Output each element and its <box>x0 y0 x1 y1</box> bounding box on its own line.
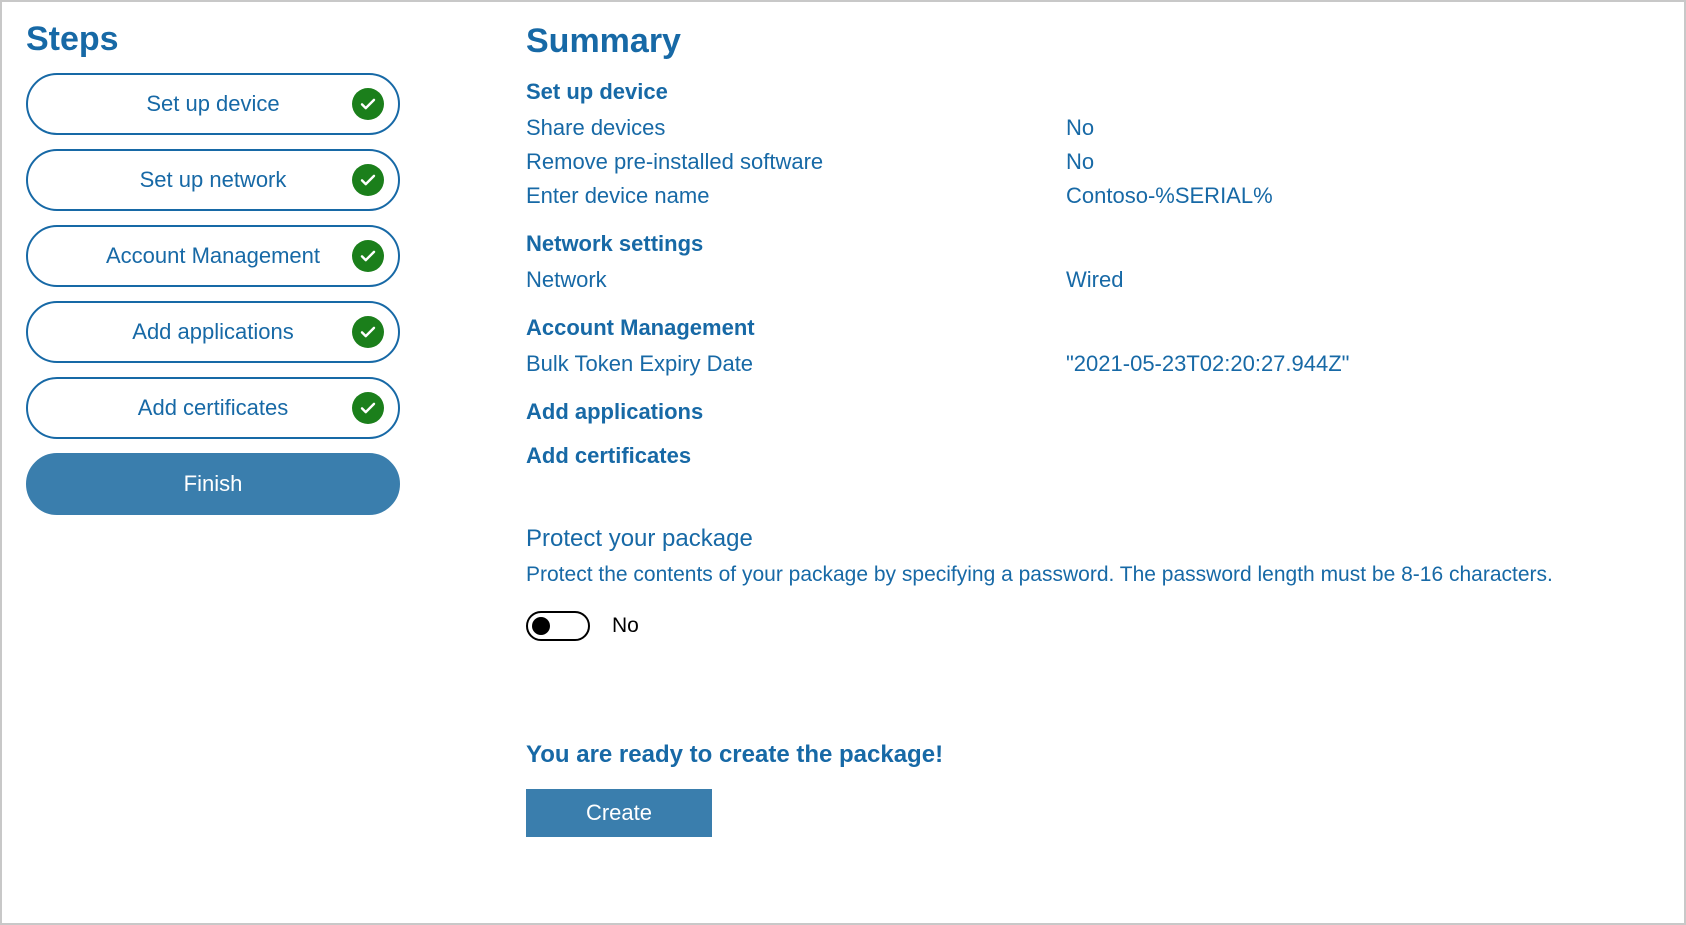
section-heading-network-settings: Network settings <box>526 231 1660 257</box>
protect-toggle[interactable] <box>526 611 590 641</box>
step-label: Set up device <box>146 91 279 117</box>
step-label: Set up network <box>140 167 287 193</box>
step-label: Add applications <box>132 319 293 345</box>
protect-toggle-label: No <box>612 614 639 638</box>
summary-value: "2021-05-23T02:20:27.944Z" <box>1066 347 1660 381</box>
summary-key: Remove pre-installed software <box>526 145 1066 179</box>
protect-package-section: Protect your package Protect the content… <box>526 525 1660 641</box>
step-label: Finish <box>184 471 243 497</box>
step-add-applications[interactable]: Add applications <box>26 301 400 363</box>
summary-key: Enter device name <box>526 179 1066 213</box>
checkmark-icon <box>352 164 384 196</box>
section-heading-set-up-device: Set up device <box>526 79 1660 105</box>
steps-panel: Steps Set up device Set up network Accou… <box>26 20 436 899</box>
steps-title: Steps <box>26 20 436 59</box>
provisioning-wizard-window: Steps Set up device Set up network Accou… <box>0 0 1686 925</box>
checkmark-icon <box>352 240 384 272</box>
checkmark-icon <box>352 88 384 120</box>
checkmark-icon <box>352 316 384 348</box>
create-button[interactable]: Create <box>526 789 712 837</box>
summary-row: Remove pre-installed software No <box>526 145 1660 179</box>
section-heading-add-applications: Add applications <box>526 399 1660 425</box>
summary-value: No <box>1066 111 1660 145</box>
step-label: Add certificates <box>138 395 288 421</box>
protect-heading: Protect your package <box>526 525 1660 553</box>
ready-message: You are ready to create the package! <box>526 741 1660 769</box>
checkmark-icon <box>352 392 384 424</box>
step-set-up-network[interactable]: Set up network <box>26 149 400 211</box>
section-heading-add-certificates: Add certificates <box>526 443 1660 469</box>
step-account-management[interactable]: Account Management <box>26 225 400 287</box>
toggle-knob <box>532 617 550 635</box>
summary-row: Enter device name Contoso-%SERIAL% <box>526 179 1660 213</box>
summary-key: Network <box>526 263 1066 297</box>
summary-value: Contoso-%SERIAL% <box>1066 179 1660 213</box>
summary-value: No <box>1066 145 1660 179</box>
section-heading-account-management: Account Management <box>526 315 1660 341</box>
summary-key: Bulk Token Expiry Date <box>526 347 1066 381</box>
step-label: Account Management <box>106 243 320 269</box>
summary-title: Summary <box>526 22 1660 61</box>
protect-description: Protect the contents of your package by … <box>526 563 1660 587</box>
summary-row: Network Wired <box>526 263 1660 297</box>
step-add-certificates[interactable]: Add certificates <box>26 377 400 439</box>
summary-key: Share devices <box>526 111 1066 145</box>
summary-row: Share devices No <box>526 111 1660 145</box>
step-set-up-device[interactable]: Set up device <box>26 73 400 135</box>
step-finish[interactable]: Finish <box>26 453 400 515</box>
create-button-label: Create <box>586 800 652 826</box>
summary-row: Bulk Token Expiry Date "2021-05-23T02:20… <box>526 347 1660 381</box>
summary-panel: Summary Set up device Share devices No R… <box>436 20 1660 899</box>
summary-value: Wired <box>1066 263 1660 297</box>
protect-toggle-row: No <box>526 611 1660 641</box>
